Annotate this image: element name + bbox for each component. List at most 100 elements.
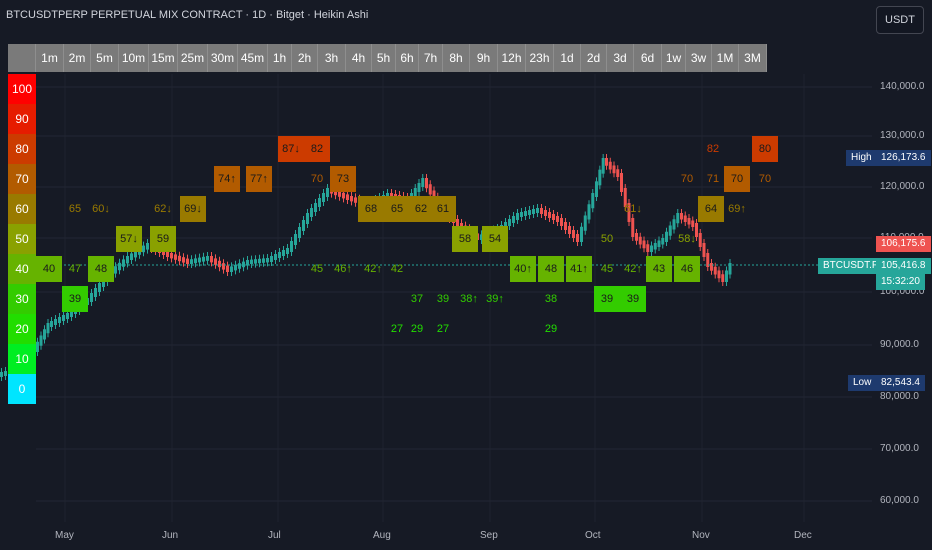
timeframe-button-5m[interactable]: 5m [91,44,119,72]
timeframe-button-3h[interactable]: 3h [318,44,346,72]
rsi-cell: 71 [706,173,720,185]
candle [242,261,245,268]
timeframe-button-2d[interactable]: 2d [581,44,607,72]
timeframe-button-4h[interactable]: 4h [346,44,372,72]
level-10: 10 [8,344,36,374]
candle [653,243,657,250]
timeframe-button-2h[interactable]: 2h [292,44,318,72]
rsi-cell: 39↑ [486,293,504,305]
timeframe-button-15m[interactable]: 15m [149,44,178,72]
level-40: 40 [8,254,36,284]
low-label: Low [848,375,877,391]
candle [90,293,93,302]
timeframe-button-9h[interactable]: 9h [470,44,498,72]
rsi-cell: 69↑ [728,203,746,215]
timeframe-button-3w[interactable]: 3w [686,44,712,72]
level-60: 60 [8,194,36,224]
price-chart[interactable] [0,0,932,550]
timeframe-button-1w[interactable]: 1w [662,44,686,72]
candle [62,315,65,321]
level-50: 50 [8,224,36,254]
rsi-cell: 39 [620,286,646,312]
current-price-tag: 105,416.8 [876,258,931,274]
rsi-cell: 40↑ [510,256,536,282]
rsi-cell: 39 [594,286,620,312]
rsi-cell: 48 [538,256,564,282]
candle [266,258,269,263]
symbol-tag: BTCUSDT.P [818,258,884,274]
price-label: 140,000.0 [880,81,925,92]
timeframe-bar: 1m 2m 5m 10m 15m 25m 30m 45m 1h 2h 3h 4h 5h 6h 7h 8h 9h 1… [8,44,767,72]
rsi-cell: 59 [150,226,176,252]
timeframe-button-1d[interactable]: 1d [554,44,581,72]
candle [98,283,101,292]
candle [254,259,257,264]
candle [142,245,145,253]
timeframe-button-6h[interactable]: 6h [396,44,419,72]
candle [687,218,691,225]
rsi-cell: 61 [430,196,456,222]
candle [346,194,349,200]
rsi-cell: 37 [410,293,424,305]
level-80: 80 [8,134,36,164]
rsi-cell: 70 [310,173,324,185]
candle [564,222,567,230]
candle [580,226,583,242]
rsi-cell: 27 [436,323,450,335]
timeframe-button-30m[interactable]: 30m [208,44,238,72]
price-label: 80,000.0 [880,391,919,402]
timeframe-button-7h[interactable]: 7h [419,44,443,72]
high-label: High [846,150,877,166]
candle [605,158,608,166]
timeframe-button-25m[interactable]: 25m [178,44,208,72]
rsi-cell: 87↓ [278,136,304,162]
candle [601,158,605,174]
candle [548,212,551,218]
candle [36,341,39,352]
time-label: Aug [373,530,391,541]
timeframe-button-1m[interactable]: 1m [36,44,64,72]
candle [230,266,233,272]
currency-button[interactable]: USDT [876,6,924,34]
candle [43,329,46,340]
candle [576,234,579,242]
chart-title: BTCUSDTPERP PERPETUAL MIX CONTRACT · 1D … [6,9,369,21]
candle [710,263,713,271]
candle [556,216,559,222]
candle [512,216,515,223]
candle [524,211,527,216]
timeframe-button-6d[interactable]: 6d [634,44,662,72]
candle [298,227,301,238]
timeframe-button-10m[interactable]: 10m [119,44,149,72]
rsi-cell: 73 [330,166,356,192]
candle [595,181,598,197]
rsi-cell: 29 [410,323,424,335]
candle [638,236,642,245]
timeframe-button-23h[interactable]: 23h [526,44,554,72]
candle [186,258,189,264]
candle [126,256,129,264]
rsi-cell: 45 [600,263,614,275]
timeframe-button-1M[interactable]: 1M [712,44,739,72]
rsi-cell: 82 [304,136,330,162]
candle [4,371,7,376]
timeframe-button-2m[interactable]: 2m [64,44,91,72]
timeframe-button-1h[interactable]: 1h [268,44,292,72]
price-label: 130,000.0 [880,130,925,141]
candle [572,230,575,238]
candle [174,254,177,260]
timeframe-button-12h[interactable]: 12h [498,44,526,72]
timeframe-button-5h[interactable]: 5h [372,44,396,72]
rsi-cell: 70 [758,173,772,185]
candle [608,161,612,170]
candle [0,372,3,377]
time-label: May [55,530,74,541]
timeframe-button-3M[interactable]: 3M [739,44,767,72]
rsi-cell: 39 [436,293,450,305]
time-label: Sep [480,530,498,541]
timeframe-button-8h[interactable]: 8h [443,44,470,72]
timeframe-button-3d[interactable]: 3d [607,44,634,72]
timeframe-button-45m[interactable]: 45m [238,44,268,72]
candle [194,258,197,264]
candle [680,213,683,220]
